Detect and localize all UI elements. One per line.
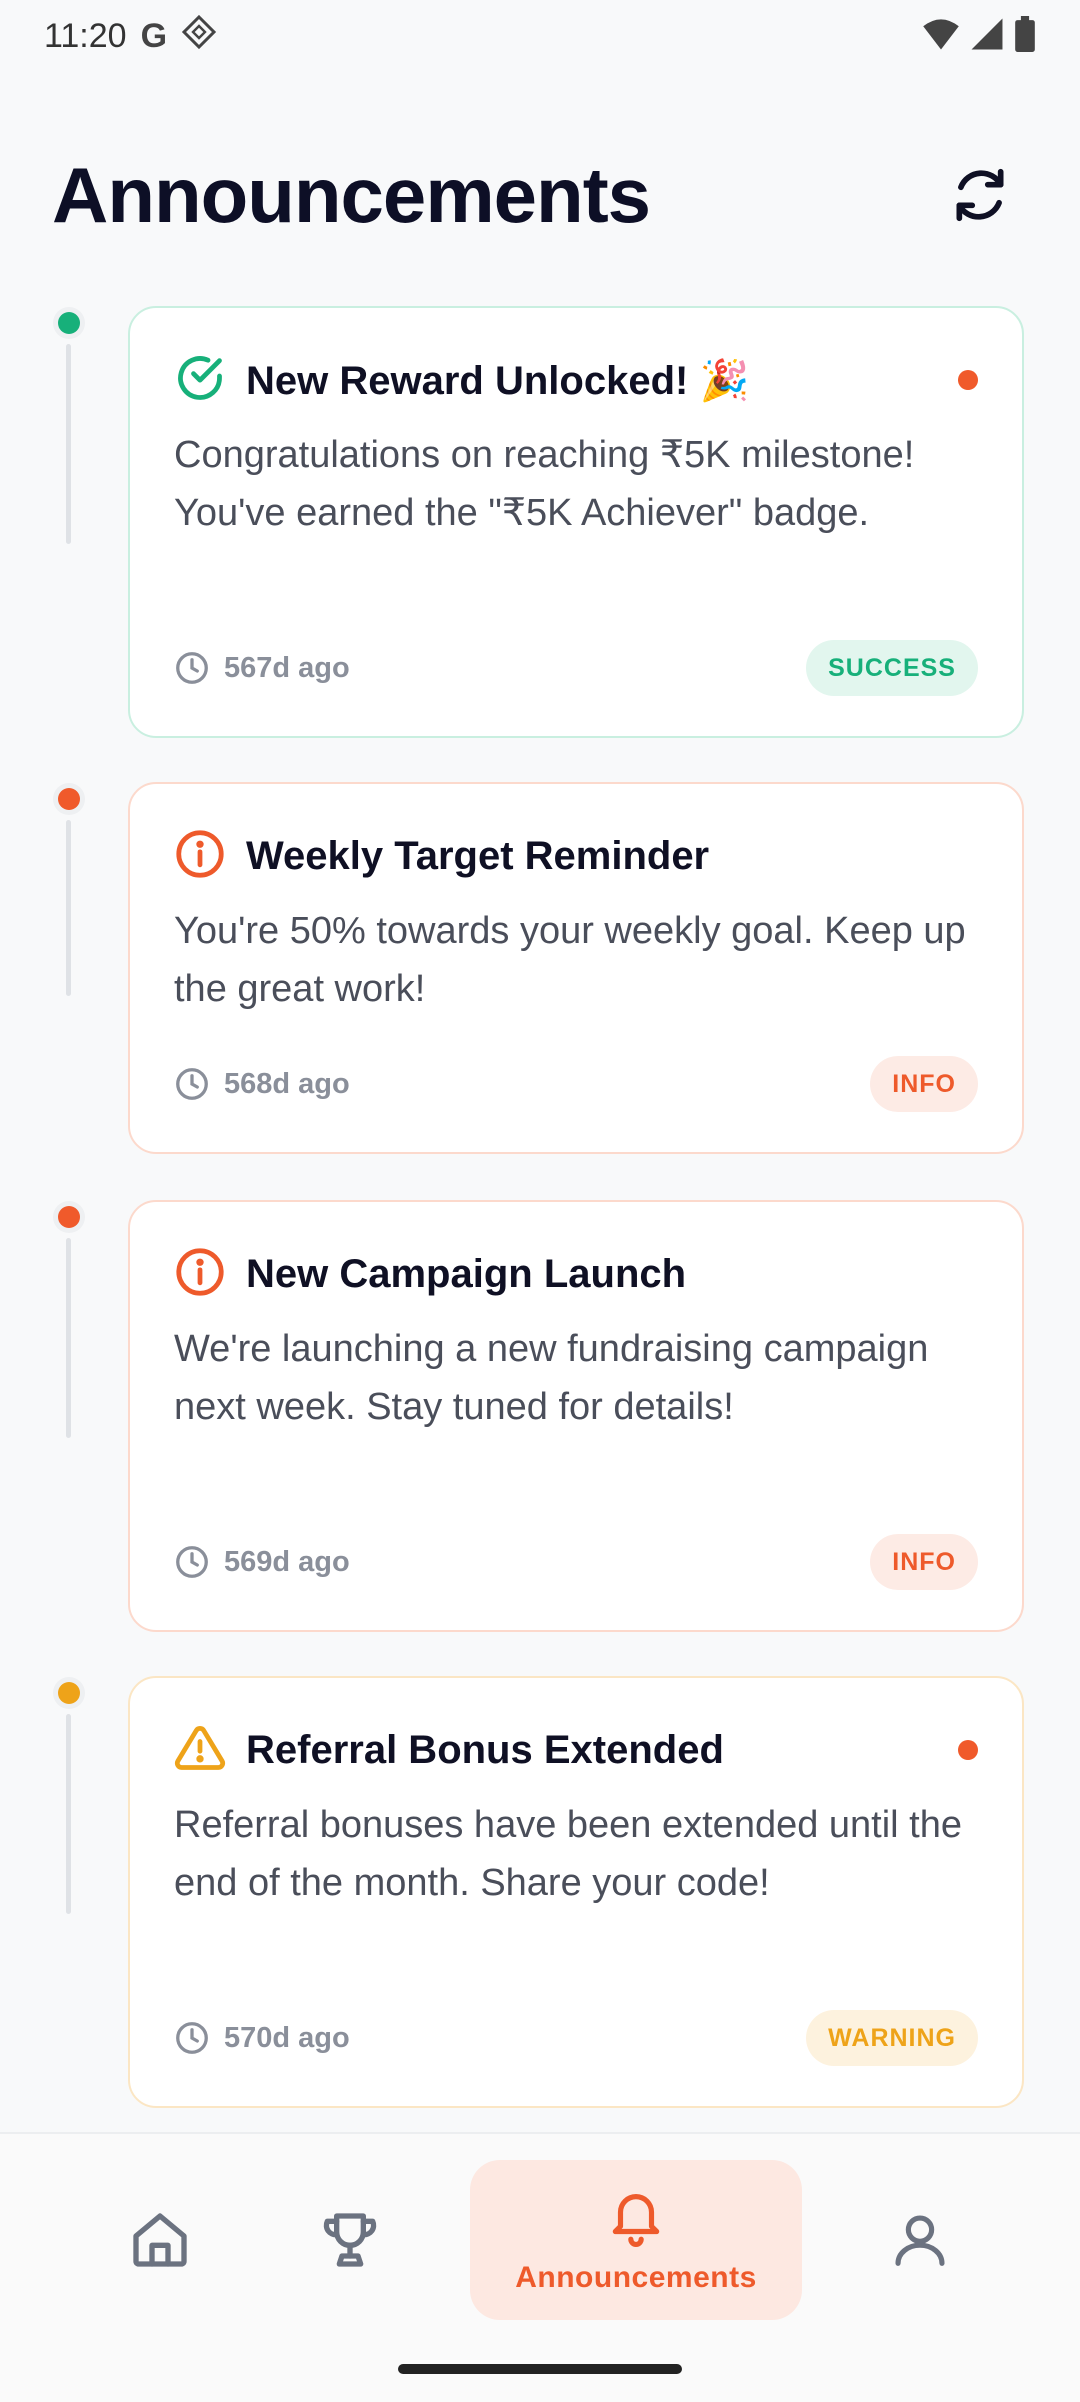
- timeline-line: [66, 820, 71, 996]
- status-badge: SUCCESS: [806, 640, 978, 696]
- info-circle-icon: [174, 828, 226, 885]
- announcement-card[interactable]: Referral Bonus Extended Referral bonuses…: [128, 1676, 1024, 2108]
- clock-icon: [176, 1068, 208, 1100]
- bell-icon: [612, 2194, 660, 2247]
- trophy-icon: [323, 2213, 377, 2267]
- battery-icon: [1014, 15, 1036, 57]
- nav-profile[interactable]: [860, 2160, 980, 2320]
- time-label: 568d ago: [224, 1067, 350, 1100]
- bottom-nav: Announcements: [0, 2132, 1080, 2402]
- refresh-button[interactable]: [932, 147, 1028, 243]
- status-bar: 11:20 G: [0, 0, 1080, 72]
- status-left: 11:20 G: [44, 14, 217, 59]
- announcement-card[interactable]: Weekly Target Reminder You're 50% toward…: [128, 782, 1024, 1154]
- home-icon: [133, 2213, 187, 2267]
- timeline-line: [66, 1714, 71, 1914]
- timestamp: 570d ago: [174, 2020, 350, 2056]
- info-circle-icon: [174, 1246, 226, 1303]
- announcement-card[interactable]: New Campaign Launch We're launching a ne…: [128, 1200, 1024, 1632]
- announcement-title: New Reward Unlocked! 🎉: [246, 358, 750, 403]
- timeline-dot: [58, 788, 80, 810]
- clock-icon: [176, 652, 208, 684]
- timeline-line: [66, 344, 71, 544]
- timeline-dot: [58, 312, 80, 334]
- google-icon: G: [140, 16, 168, 55]
- app-notification-icon: [181, 14, 217, 59]
- status-badge: WARNING: [806, 2010, 978, 2066]
- nav-rewards[interactable]: [290, 2160, 410, 2320]
- page-title: Announcements: [52, 150, 651, 239]
- announcement-body: You're 50% towards your weekly goal. Kee…: [174, 910, 966, 1010]
- timestamp: 567d ago: [174, 650, 350, 686]
- announcement-body: Congratulations on reaching ₹5K mileston…: [174, 434, 915, 534]
- page-header: Announcements: [52, 140, 1028, 250]
- status-time: 11:20: [44, 16, 127, 55]
- timestamp: 568d ago: [174, 1066, 350, 1102]
- nav-announcements-label: Announcements: [515, 2261, 757, 2294]
- clock-icon: [176, 1546, 208, 1578]
- status-badge: INFO: [870, 1056, 978, 1112]
- timeline-dot: [58, 1206, 80, 1228]
- nav-announcements[interactable]: Announcements: [470, 2160, 802, 2320]
- signal-icon: [970, 17, 1004, 56]
- timeline-dot: [58, 1682, 80, 1704]
- time-label: 569d ago: [224, 1545, 350, 1578]
- status-right: [922, 15, 1036, 57]
- time-label: 567d ago: [224, 651, 350, 684]
- announcement-card[interactable]: New Reward Unlocked! 🎉 Congratulations o…: [128, 306, 1024, 738]
- timeline-line: [66, 1238, 71, 1438]
- refresh-icon: [956, 168, 1004, 222]
- announcement-body: Referral bonuses have been extended unti…: [174, 1804, 962, 1904]
- unread-indicator: [958, 370, 978, 390]
- status-badge: INFO: [870, 1534, 978, 1590]
- timestamp: 569d ago: [174, 1544, 350, 1580]
- wifi-icon: [922, 17, 960, 56]
- time-label: 570d ago: [224, 2021, 350, 2054]
- nav-home[interactable]: [100, 2160, 220, 2320]
- announcement-title: Referral Bonus Extended: [246, 1727, 724, 1772]
- announcement-title: Weekly Target Reminder: [246, 833, 710, 878]
- announcement-body: We're launching a new fundraising campai…: [174, 1328, 929, 1428]
- check-circle-icon: [174, 352, 226, 409]
- unread-indicator: [958, 1740, 978, 1760]
- announcement-title: New Campaign Launch: [246, 1251, 687, 1296]
- profile-icon: [895, 2215, 945, 2266]
- clock-icon: [176, 2022, 208, 2054]
- warning-triangle-icon: [174, 1722, 226, 1779]
- home-indicator[interactable]: [398, 2364, 682, 2374]
